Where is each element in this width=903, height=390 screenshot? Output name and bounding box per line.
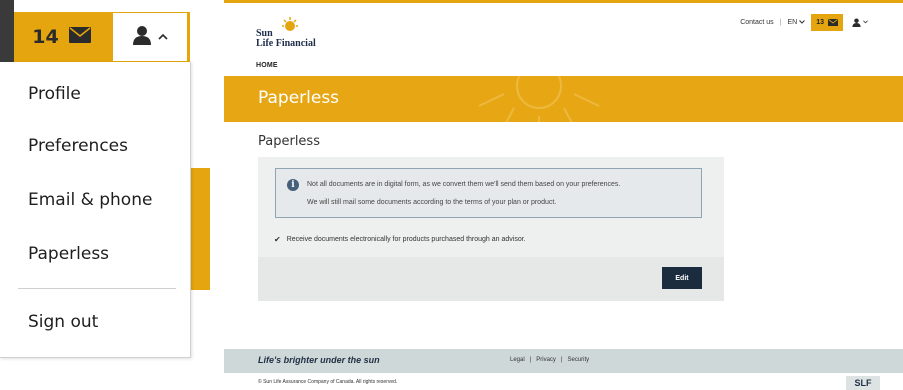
zoom-topbar: 14 — [14, 12, 190, 62]
menu-item-profile[interactable]: Profile — [28, 84, 81, 104]
copyright-text: © Sun Life Assurance Company of Canada. … — [258, 379, 398, 385]
banner-title: Paperless — [258, 88, 340, 108]
menu-item-preferences[interactable]: Preferences — [28, 136, 128, 156]
menu-item-paperless[interactable]: Paperless — [28, 244, 109, 264]
envelope-icon — [68, 26, 91, 48]
message-count: 14 — [32, 26, 59, 48]
menu-item-sign-out[interactable]: Sign out — [28, 312, 98, 332]
user-icon — [852, 17, 861, 27]
footer-tagline: Life's brighter under the sun — [258, 355, 380, 365]
section-title: Paperless — [258, 134, 320, 149]
user-icon — [132, 25, 152, 50]
menu-item-email-phone[interactable]: Email & phone — [28, 190, 152, 210]
envelope-icon — [828, 18, 838, 26]
language-select[interactable]: EN — [788, 19, 806, 26]
edit-button[interactable]: Edit — [662, 267, 702, 289]
info-icon: i — [287, 179, 299, 191]
messages-button-small[interactable]: 13 — [811, 13, 843, 31]
paperless-preference-row: ✔ Receive documents electronically for p… — [274, 235, 526, 244]
accent-stripe — [190, 168, 210, 290]
language-label: EN — [787, 18, 798, 26]
utility-bar: Contact us | EN 13 — [740, 12, 871, 32]
zoomed-account-menu: 14 Profile Preferences Email & phone Pap… — [0, 0, 210, 360]
footer-link-separator: | — [560, 357, 563, 363]
sun-life-logo[interactable]: Sun Life Financial — [256, 17, 346, 50]
footer-link-security[interactable]: Security — [567, 357, 589, 363]
contact-us-link[interactable]: Contact us — [740, 19, 773, 26]
paperless-card: i Not all documents are in digital form,… — [258, 157, 724, 301]
left-edge-sliver — [0, 0, 14, 70]
account-dropdown-menu: Profile Preferences Email & phone Paperl… — [0, 62, 191, 358]
messages-button[interactable]: 14 — [14, 12, 109, 62]
card-footer — [258, 257, 724, 301]
slf-badge: SLF — [846, 376, 880, 390]
paperless-preference-text: Receive documents electronically for pro… — [286, 236, 526, 243]
footer-bar: Life's brighter under the sun Legal | Pr… — [224, 349, 903, 373]
top-accent-line — [224, 0, 903, 3]
message-count-small: 13 — [816, 18, 824, 26]
chevron-down-icon — [799, 19, 806, 24]
footer-links: Legal | Privacy | Security — [510, 357, 589, 363]
sun-logo-icon — [281, 16, 299, 34]
util-separator: | — [779, 18, 782, 26]
info-line-1: Not all documents are in digital form, a… — [307, 181, 621, 188]
info-notice: i Not all documents are in digital form,… — [275, 168, 702, 218]
footer-link-legal[interactable]: Legal — [510, 357, 525, 363]
account-toggle-small[interactable] — [849, 17, 871, 27]
sun-rays-watermark — [478, 76, 600, 122]
check-icon: ✔ — [274, 235, 281, 244]
logo-line-2: Life Financial — [256, 38, 316, 49]
chevron-up-icon — [157, 28, 168, 46]
footer-link-privacy[interactable]: Privacy — [536, 357, 556, 363]
footer-link-separator: | — [529, 357, 532, 363]
menu-divider — [18, 288, 176, 289]
page-banner: Paperless — [224, 76, 903, 122]
account-toggle[interactable] — [109, 12, 190, 62]
main-page: Sun Life Financial Contact us | EN 13 HO… — [224, 0, 903, 390]
info-line-2: We will still mail some documents accord… — [307, 199, 557, 206]
nav-home[interactable]: HOME — [256, 62, 278, 69]
chevron-down-icon — [863, 20, 868, 24]
